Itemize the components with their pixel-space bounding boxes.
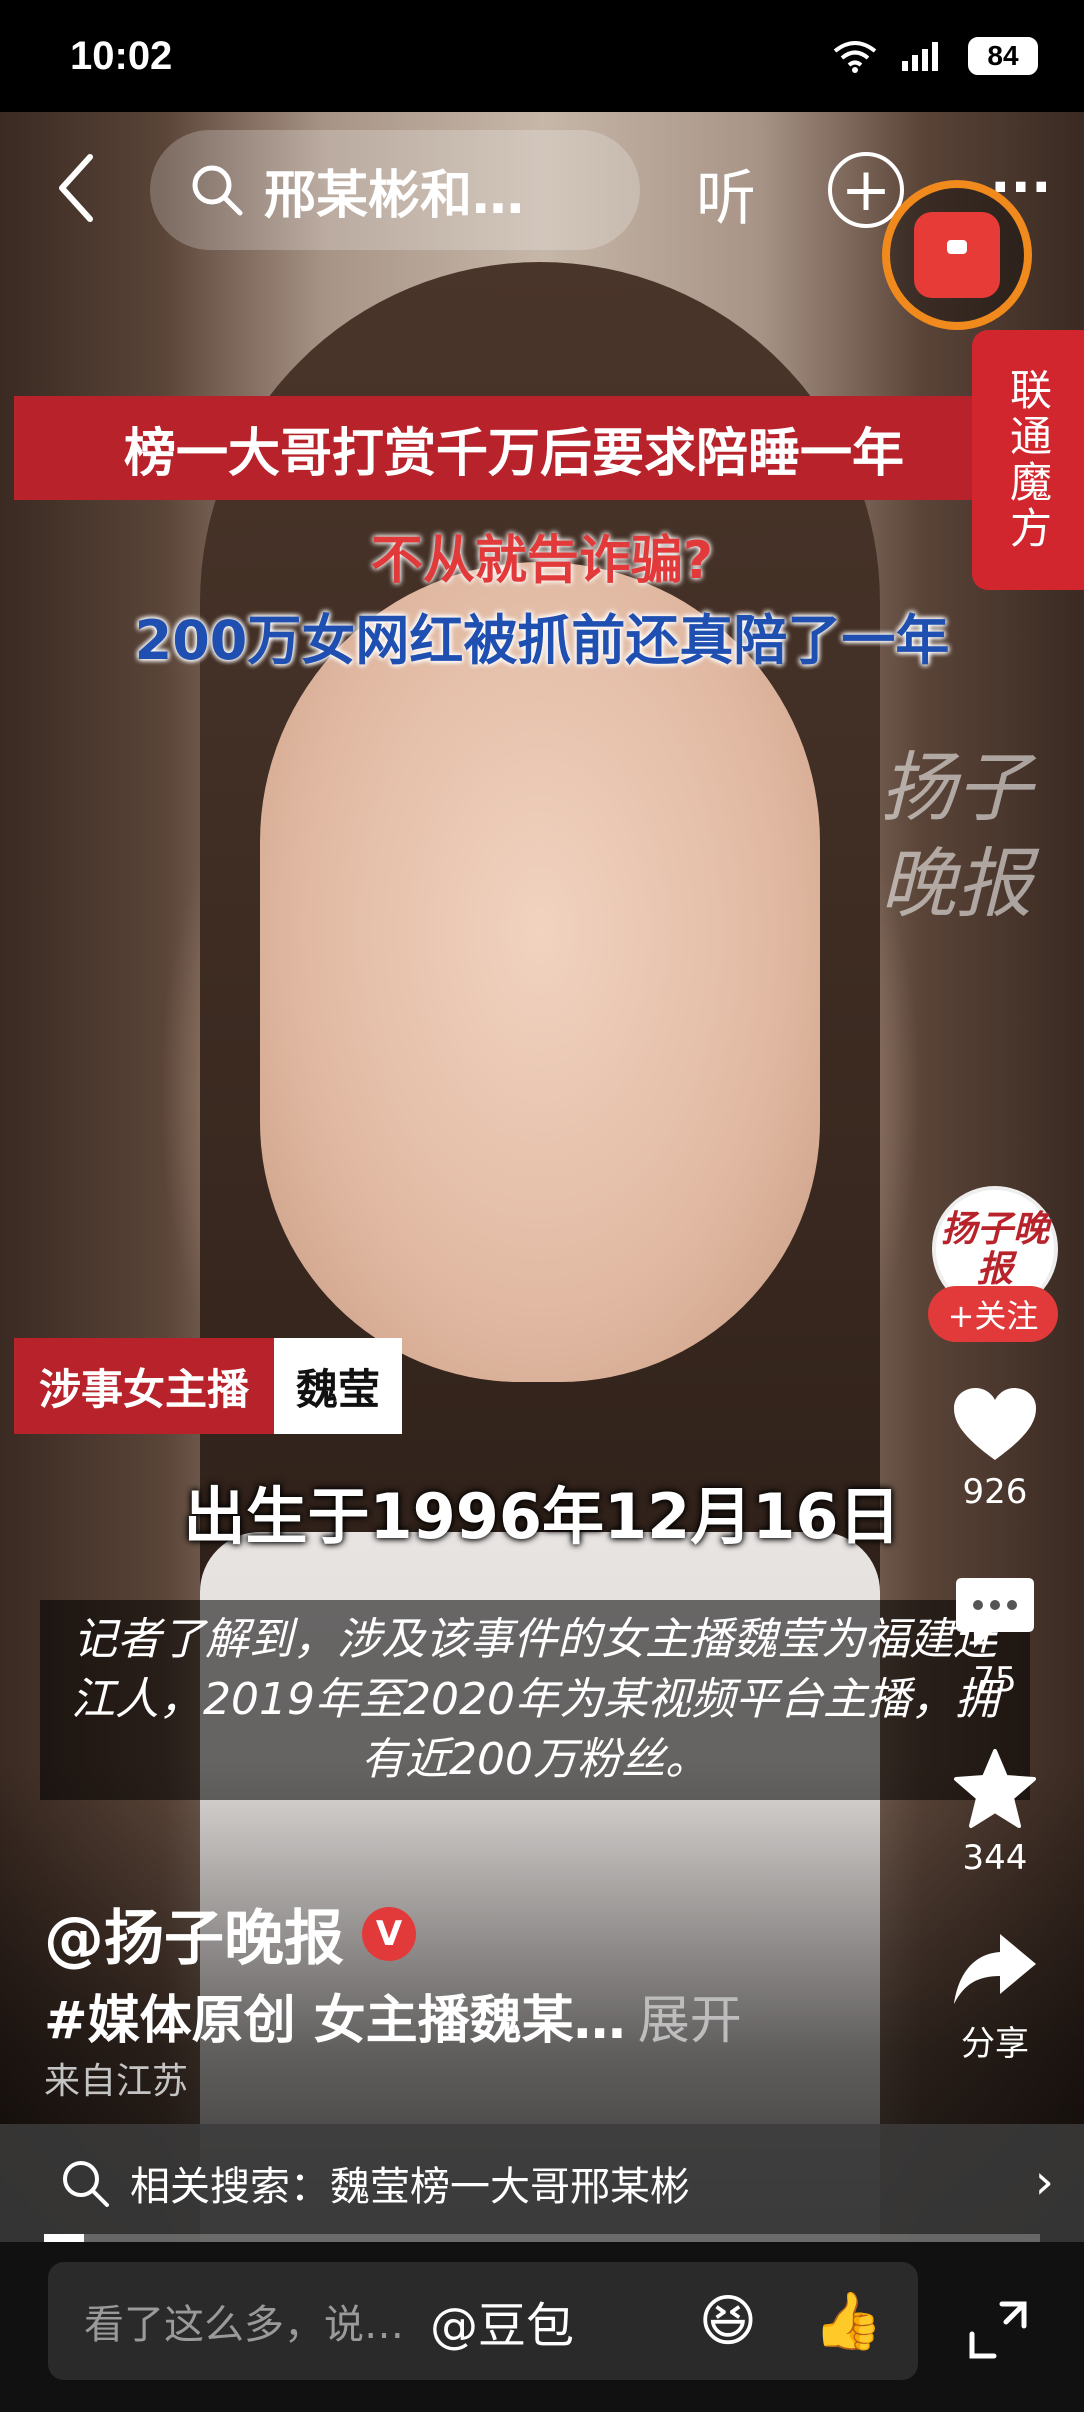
back-button[interactable] bbox=[46, 148, 106, 228]
heart-icon bbox=[954, 1388, 1036, 1460]
search-icon bbox=[192, 165, 243, 216]
signal-icon bbox=[902, 42, 938, 71]
video-progress-fill bbox=[44, 2234, 84, 2242]
expand-link[interactable]: 展开 bbox=[638, 1991, 742, 2051]
video-description: #媒体原创 女主播魏某… 展开 bbox=[44, 1978, 742, 2053]
wifi-icon bbox=[833, 41, 877, 73]
location-label: 来自江苏 bbox=[44, 2061, 189, 2102]
side-ad-tab[interactable]: 联通魔方 bbox=[972, 330, 1084, 590]
app-screen: 10:02 84 邢某彬和… 听 + ··· 联通魔方 榜一大哥打赏千万后要求陪… bbox=[0, 0, 1084, 2412]
video-watermark: 扬子晚报 bbox=[880, 743, 1032, 928]
status-icons: 84 bbox=[832, 37, 1038, 75]
fullscreen-icon[interactable] bbox=[966, 2298, 1030, 2362]
mention-button[interactable]: @豆包 bbox=[430, 2286, 574, 2356]
video-caption-blue: 200万女网红被抓前还真陪了一年 bbox=[134, 609, 950, 672]
favorite-button[interactable]: 344 bbox=[940, 1748, 1050, 1878]
verified-badge: V bbox=[362, 1906, 416, 1961]
like-button[interactable]: 926 bbox=[940, 1386, 1050, 1512]
related-search-bar[interactable]: 相关搜索：魏莹榜一大哥邢某彬 › bbox=[0, 2124, 1084, 2242]
search-query: 邢某彬和… bbox=[264, 165, 525, 226]
status-time: 10:02 bbox=[70, 33, 173, 78]
author-line[interactable]: @扬子晚报 V bbox=[44, 1890, 416, 1977]
video-subtitle-text: 记者了解到，涉及该事件的女主播魏莹为福建连江人，2019年至2020年为某视频平… bbox=[71, 1614, 999, 1785]
share-icon bbox=[954, 1934, 1036, 2004]
chevron-left-icon bbox=[59, 154, 93, 222]
comment-placeholder: 看了这么多，说… bbox=[84, 2302, 404, 2348]
laugh-emoji-button[interactable]: 😆 bbox=[688, 2262, 768, 2380]
like-count: 926 bbox=[962, 1472, 1028, 1512]
red-packet-icon bbox=[914, 212, 1000, 298]
favorite-count: 344 bbox=[962, 1838, 1028, 1878]
comment-input[interactable]: 看了这么多，说… @豆包 😆 👍 bbox=[48, 2262, 918, 2380]
description-text: #媒体原创 女主播魏某… bbox=[44, 1991, 626, 2051]
name-tag-label: 涉事女主播 bbox=[14, 1338, 274, 1434]
comment-icon bbox=[956, 1578, 1034, 1648]
video-subject-face bbox=[260, 562, 820, 1382]
listen-button[interactable]: 听 bbox=[696, 150, 756, 237]
chevron-right-icon: › bbox=[1034, 2154, 1054, 2210]
video-headline: 榜一大哥打赏千万后要求陪睡一年 bbox=[123, 423, 904, 484]
thumbs-up-emoji-button[interactable]: 👍 bbox=[808, 2262, 888, 2380]
follow-button[interactable]: +关注 bbox=[928, 1286, 1058, 1342]
comment-count: 75 bbox=[973, 1660, 1017, 1700]
share-label: 分享 bbox=[961, 2024, 1029, 2064]
comment-bar: 看了这么多，说… @豆包 😆 👍 bbox=[0, 2242, 1084, 2412]
avatar-text: 扬子晚报 bbox=[940, 1208, 1049, 1290]
comment-button[interactable]: 75 bbox=[940, 1574, 1050, 1700]
star-icon bbox=[954, 1749, 1036, 1828]
status-bar: 10:02 84 bbox=[0, 0, 1084, 112]
name-tag-value: 魏莹 bbox=[274, 1338, 402, 1434]
search-box[interactable]: 邢某彬和… bbox=[150, 130, 640, 250]
share-button[interactable]: 分享 bbox=[940, 1930, 1050, 2065]
side-ad-label: 联通魔方 bbox=[1003, 368, 1053, 552]
author-name[interactable]: @扬子晚报 bbox=[44, 1890, 344, 1977]
video-caption-red: 不从就告诈骗? bbox=[370, 531, 714, 591]
video-headline-banner: 榜一大哥打赏千万后要求陪睡一年 bbox=[14, 396, 1014, 500]
battery-indicator: 84 bbox=[968, 37, 1038, 75]
video-subtitle: 记者了解到，涉及该事件的女主播魏莹为福建连江人，2019年至2020年为某视频平… bbox=[40, 1600, 1030, 1800]
video-progress-bar[interactable] bbox=[44, 2234, 1040, 2242]
red-packet-button[interactable] bbox=[882, 180, 1032, 330]
birth-caption: 出生于1996年12月16日 bbox=[183, 1480, 901, 1553]
search-icon bbox=[63, 2161, 109, 2207]
related-search-text: 相关搜索：魏莹榜一大哥邢某彬 bbox=[130, 2164, 690, 2210]
